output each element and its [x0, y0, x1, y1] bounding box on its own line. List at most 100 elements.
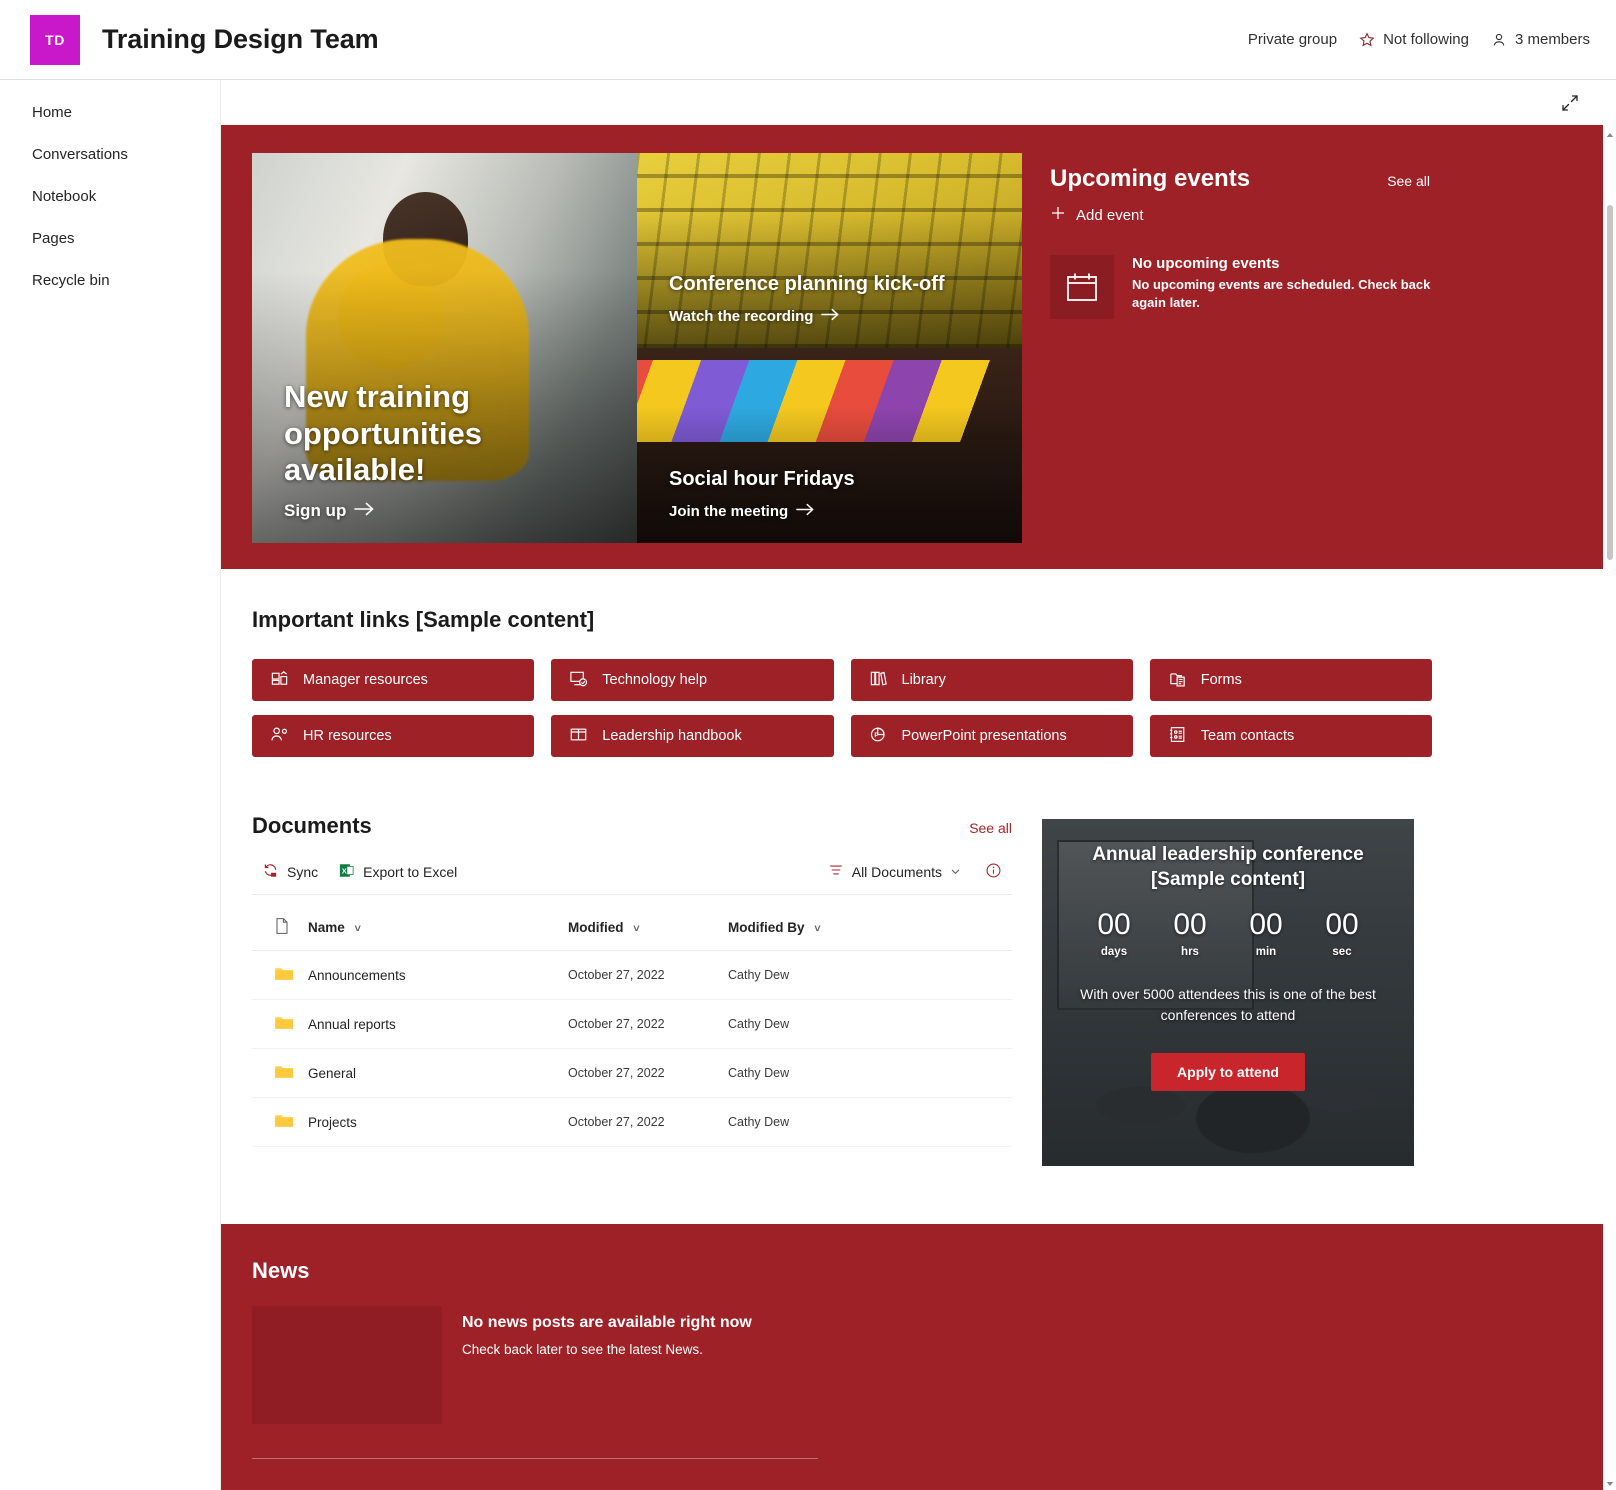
- sync-button[interactable]: Sync: [252, 856, 328, 888]
- scroll-up-arrow[interactable]: [1605, 127, 1615, 139]
- site-logo[interactable]: TD: [30, 15, 80, 65]
- hero-tile-new-training[interactable]: New training opportunities available! Si…: [252, 153, 637, 543]
- view-selector[interactable]: All Documents: [818, 856, 971, 887]
- folder-icon: [274, 970, 294, 985]
- sidebar-item-recycle-bin[interactable]: Recycle bin: [0, 260, 220, 302]
- chevron-down-icon: ˅: [633, 923, 639, 935]
- add-event-button[interactable]: Add event: [1050, 205, 1470, 225]
- link-hr-resources[interactable]: HR resources: [252, 715, 534, 757]
- row-folder-icon-cell: [252, 1098, 308, 1147]
- info-icon: [985, 862, 1002, 882]
- row-modified-by: Cathy Dew: [728, 1098, 1012, 1147]
- table-row[interactable]: Announcements October 27, 2022 Cathy Dew: [252, 951, 1012, 1000]
- documents-webpart: Documents See all: [252, 813, 1012, 1166]
- calendar-icon: [1050, 255, 1114, 319]
- sidebar-item-home[interactable]: Home: [0, 92, 220, 134]
- expand-diagonal-icon[interactable]: [1554, 87, 1586, 119]
- sidebar-item-notebook[interactable]: Notebook: [0, 176, 220, 218]
- events-see-all-link[interactable]: See all: [1387, 173, 1430, 189]
- hero-tile-conference-kickoff[interactable]: Conference planning kick-off Watch the r…: [637, 153, 1022, 348]
- column-modified[interactable]: Modified ˅: [568, 905, 728, 951]
- news-divider: [252, 1458, 818, 1459]
- documents-see-all-link[interactable]: See all: [969, 820, 1012, 836]
- row-name[interactable]: General: [308, 1049, 568, 1098]
- news-placeholder-thumbnail: [252, 1306, 442, 1424]
- view-label: All Documents: [852, 864, 942, 880]
- important-links-title: Important links [Sample content]: [252, 607, 1573, 633]
- page-title: Training Design Team: [102, 24, 379, 55]
- row-modified-by: Cathy Dew: [728, 951, 1012, 1000]
- header-actions: Private group Not following 3 members: [1248, 31, 1590, 48]
- link-library[interactable]: Library: [851, 659, 1133, 701]
- star-icon: [1359, 32, 1375, 48]
- members-button[interactable]: 3 members: [1491, 31, 1590, 48]
- svg-text:P: P: [874, 731, 878, 738]
- canvas-scrollbar[interactable]: [1604, 125, 1616, 1490]
- sync-label: Sync: [287, 864, 318, 880]
- column-file-type[interactable]: [252, 905, 308, 951]
- link-label: Library: [902, 672, 946, 688]
- library-books-icon: [869, 669, 888, 692]
- hero-cta-label: Join the meeting: [669, 503, 788, 520]
- events-empty-title: No upcoming events: [1132, 255, 1432, 272]
- important-links-grid: Manager resources Technology help: [252, 659, 1432, 757]
- upcoming-events-webpart: Upcoming events See all Add event: [1050, 153, 1470, 543]
- hero-tile-text: Social hour Fridays Join the meeting: [669, 467, 1002, 521]
- export-label: Export to Excel: [363, 864, 457, 880]
- hero-tile-cta[interactable]: Join the meeting: [669, 503, 814, 520]
- events-empty-subtitle: No upcoming events are scheduled. Check …: [1132, 276, 1432, 311]
- column-name[interactable]: Name ˅: [308, 905, 568, 951]
- events-empty-state: No upcoming events No upcoming events ar…: [1050, 255, 1470, 319]
- table-row[interactable]: Projects October 27, 2022 Cathy Dew: [252, 1098, 1012, 1147]
- info-button[interactable]: [975, 856, 1012, 888]
- body-wrapper: Home Conversations Notebook Pages Recycl…: [0, 79, 1616, 1490]
- link-manager-resources[interactable]: Manager resources: [252, 659, 534, 701]
- table-row[interactable]: General October 27, 2022 Cathy Dew: [252, 1049, 1012, 1098]
- row-folder-icon-cell: [252, 951, 308, 1000]
- link-technology-help[interactable]: Technology help: [551, 659, 833, 701]
- documents-title: Documents: [252, 813, 372, 839]
- column-modified-by[interactable]: Modified By ˅: [728, 905, 1012, 951]
- apply-to-attend-button[interactable]: Apply to attend: [1151, 1053, 1305, 1091]
- row-name[interactable]: Annual reports: [308, 1000, 568, 1049]
- hero-tile-title: New training opportunities available!: [284, 379, 617, 489]
- hero-tile-cta[interactable]: Watch the recording: [669, 308, 839, 325]
- left-navigation: Home Conversations Notebook Pages Recycl…: [0, 79, 221, 1490]
- link-team-contacts[interactable]: Team contacts: [1150, 715, 1432, 757]
- chevron-down-icon: [950, 864, 961, 880]
- people-icon: [270, 725, 289, 748]
- important-links-section: Important links [Sample content] Manager…: [221, 569, 1603, 757]
- link-forms[interactable]: Forms: [1150, 659, 1432, 701]
- link-label: Leadership handbook: [602, 728, 741, 744]
- news-title: News: [252, 1258, 1573, 1284]
- link-powerpoint-presentations[interactable]: P PowerPoint presentations: [851, 715, 1133, 757]
- folder-icon: [274, 1068, 294, 1083]
- hero-tile-text: New training opportunities available! Si…: [284, 379, 617, 521]
- hero-cta-label: Sign up: [284, 501, 346, 521]
- sidebar-item-conversations[interactable]: Conversations: [0, 134, 220, 176]
- sidebar-item-pages[interactable]: Pages: [0, 218, 220, 260]
- follow-label: Not following: [1383, 31, 1469, 48]
- document-icon: [274, 923, 290, 938]
- scrollbar-thumb[interactable]: [1607, 205, 1613, 560]
- export-to-excel-button[interactable]: X Export to Excel: [328, 856, 467, 888]
- hero-tile-column: Conference planning kick-off Watch the r…: [637, 153, 1022, 543]
- svg-text:X: X: [342, 866, 347, 875]
- hero-tile-text: Conference planning kick-off Watch the r…: [669, 272, 1002, 326]
- hero-tile-cta[interactable]: Sign up: [284, 501, 374, 521]
- row-modified: October 27, 2022: [568, 1049, 728, 1098]
- row-name[interactable]: Announcements: [308, 951, 568, 1000]
- chevron-down-icon: ˅: [355, 923, 361, 935]
- folder-icon: [274, 1117, 294, 1132]
- link-leadership-handbook[interactable]: Leadership handbook: [551, 715, 833, 757]
- follow-button[interactable]: Not following: [1359, 31, 1469, 48]
- arrow-right-icon: [821, 308, 839, 325]
- scroll-down-arrow[interactable]: [1605, 1476, 1615, 1488]
- row-name[interactable]: Projects: [308, 1098, 568, 1147]
- hero-tile-social-hour[interactable]: Social hour Fridays Join the meeting: [637, 348, 1022, 543]
- table-row[interactable]: Annual reports October 27, 2022 Cathy De…: [252, 1000, 1012, 1049]
- documents-table-head: Name ˅ Modified ˅ Modified By ˅: [252, 905, 1012, 951]
- site-header: TD Training Design Team Private group No…: [0, 0, 1616, 79]
- conference-description: With over 5000 attendees this is one of …: [1073, 984, 1383, 1025]
- excel-icon: X: [338, 862, 355, 882]
